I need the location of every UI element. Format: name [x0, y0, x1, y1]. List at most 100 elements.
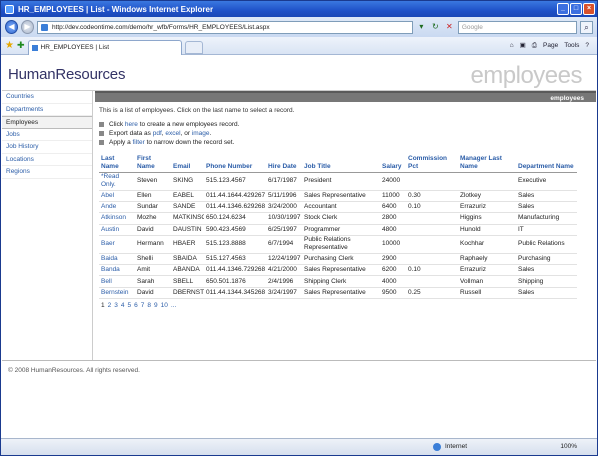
sidebar-item-job-history[interactable]: Job History	[2, 141, 92, 154]
dropdown-arrow-icon[interactable]: ▾	[416, 21, 427, 33]
back-button[interactable]: ◀	[5, 20, 18, 34]
home-icon[interactable]: ⌂	[508, 40, 516, 52]
last-name-link[interactable]: Baer	[99, 235, 135, 254]
table-cell	[406, 235, 458, 254]
sidebar-item-departments[interactable]: Departments	[2, 104, 92, 116]
table-cell: 3/24/2000	[266, 201, 302, 214]
table-cell: 2800	[380, 212, 406, 225]
page-link[interactable]: 4	[121, 302, 125, 309]
table-row[interactable]: Ande Sundar SANDE 011.44.1346.629268 3/24/20…	[99, 201, 577, 214]
minimize-button[interactable]: _	[557, 3, 569, 15]
page-link[interactable]: 10	[161, 302, 168, 309]
table-row[interactable]: Baida Shelli SBAIDA 515.127.4563 12/24/1997 P…	[99, 253, 577, 265]
page-menu[interactable]: Page	[541, 40, 560, 52]
last-name-link[interactable]: Austin	[99, 224, 135, 237]
bullet-icon	[99, 122, 104, 127]
page-link[interactable]: 9	[154, 302, 158, 309]
search-input[interactable]: Google	[457, 20, 578, 34]
table-cell: Sales Representative	[302, 190, 380, 202]
column-header[interactable]: Hire Date	[266, 154, 302, 173]
column-header[interactable]: Salary	[380, 154, 406, 173]
favorites-star-icon[interactable]: ★	[5, 40, 14, 51]
page-link[interactable]: 2	[108, 302, 112, 309]
sidebar-item-locations[interactable]: Locations	[2, 154, 92, 166]
new-tab-button[interactable]	[184, 40, 203, 54]
table-header-row: Last Name First Name Email Phone Number Hire…	[99, 154, 577, 173]
site-name[interactable]: HumanResources	[8, 66, 125, 83]
table-cell: Sarah	[135, 275, 171, 288]
last-name-link[interactable]: Bell	[99, 275, 135, 288]
column-header[interactable]: Phone Number	[204, 154, 266, 173]
table-cell: SKING	[171, 172, 204, 191]
table-row[interactable]: *Read Only. Steven SKING 515.123.4567 6/17/1…	[99, 172, 577, 191]
table-cell: Sales	[516, 201, 577, 214]
sidebar-item-countries[interactable]: Countries	[2, 91, 92, 104]
help-icon[interactable]: ?	[583, 40, 591, 52]
table-cell: Kochhar	[458, 235, 516, 254]
tab-current[interactable]: HR_EMPLOYEES | List	[27, 39, 182, 55]
table-row[interactable]: Atkinson Mozhe MATKINSO 650.124.6234 10/30/1…	[99, 212, 577, 225]
column-header[interactable]: Email	[171, 154, 204, 173]
table-row[interactable]: Austin David DAUSTIN 590.423.4569 6/25/1997 P…	[99, 224, 577, 237]
section-banner: employees	[95, 91, 596, 102]
filter-link[interactable]: filter	[133, 138, 145, 147]
page-link[interactable]: ...	[171, 302, 176, 309]
action-list: Click here to create a new employees rec…	[99, 120, 596, 147]
stop-icon[interactable]: ✕	[444, 21, 455, 33]
refresh-icon[interactable]: ↻	[430, 21, 441, 33]
forward-button[interactable]: ▶	[20, 20, 34, 34]
export-excel-link[interactable]: excel	[165, 129, 180, 138]
column-header[interactable]: Manager Last Name	[458, 154, 516, 173]
table-cell: Higgins	[458, 212, 516, 225]
table-row[interactable]: Bell Sarah SBELL 650.501.1876 2/4/1996 Shippi…	[99, 275, 577, 288]
table-row[interactable]: Abel Ellen EABEL 011.44.1644.429267 5/11/199…	[99, 190, 577, 202]
page-link[interactable]: 7	[141, 302, 145, 309]
last-name-link[interactable]: Abel	[99, 190, 135, 202]
table-row[interactable]: Baer Hermann HBAER 515.123.8888 6/7/1994 Publ…	[99, 235, 577, 254]
sidebar-item-regions[interactable]: Regions	[2, 166, 92, 179]
table-row[interactable]: Banda Amit ABANDA 011.44.1346.729268 4/21/20…	[99, 264, 577, 277]
table-row[interactable]: BernsteinDavidDBERNSTE011.44.1344.345268…	[99, 287, 577, 300]
last-name-link[interactable]: Bernstein	[99, 287, 135, 300]
table-cell	[406, 212, 458, 225]
page-link[interactable]: 6	[134, 302, 138, 309]
page-description: This is a list of employees. Click on th…	[99, 107, 295, 114]
last-name-link[interactable]: *Read Only.	[99, 172, 135, 191]
feeds-icon[interactable]: ▣	[518, 40, 528, 52]
column-header[interactable]: Department Name	[516, 154, 577, 173]
tools-menu[interactable]: Tools	[562, 40, 581, 52]
column-header[interactable]: Job Title	[302, 154, 380, 173]
close-button[interactable]: ×	[583, 3, 595, 15]
column-header[interactable]: Last Name	[99, 154, 135, 173]
add-favorites-icon[interactable]: ✚	[17, 40, 25, 51]
sidebar-item-jobs[interactable]: Jobs	[2, 129, 92, 141]
last-name-link[interactable]: Ande	[99, 201, 135, 214]
url-field[interactable]: http://dev.codeontime.com/demo/hr_wfb/Fo…	[36, 20, 413, 34]
search-icon[interactable]: ⌕	[580, 20, 594, 34]
table-cell: 0.10	[406, 201, 458, 214]
last-name-link[interactable]: Banda	[99, 264, 135, 277]
sidebar-item-employees[interactable]: Employees	[2, 116, 92, 129]
table-cell: 515.127.4563	[204, 253, 266, 265]
print-icon[interactable]: ⎙	[530, 40, 539, 52]
table-cell: HBAER	[171, 235, 204, 254]
zoom-level[interactable]: 100%	[560, 439, 577, 455]
column-header[interactable]: Commission Pct	[406, 154, 458, 173]
page-link[interactable]: 5	[128, 302, 132, 309]
table-cell: 6400	[380, 201, 406, 214]
page-link[interactable]: 3	[114, 302, 118, 309]
table-cell: 011.44.1346.629268	[204, 201, 266, 214]
export-image-link[interactable]: image	[192, 129, 210, 138]
page-link[interactable]: 8	[147, 302, 151, 309]
table-cell: IT	[516, 224, 577, 237]
table-cell: Steven	[135, 172, 171, 191]
column-header[interactable]: First Name	[135, 154, 171, 173]
last-name-link[interactable]: Atkinson	[99, 212, 135, 225]
site-header: HumanResources employees	[2, 56, 596, 91]
export-pdf-link[interactable]: pdf	[153, 129, 162, 138]
table-cell: 2/4/1996	[266, 275, 302, 288]
create-link[interactable]: here	[125, 120, 138, 129]
table-cell: David	[135, 224, 171, 237]
maximize-button[interactable]: □	[570, 3, 582, 15]
last-name-link[interactable]: Baida	[99, 253, 135, 265]
